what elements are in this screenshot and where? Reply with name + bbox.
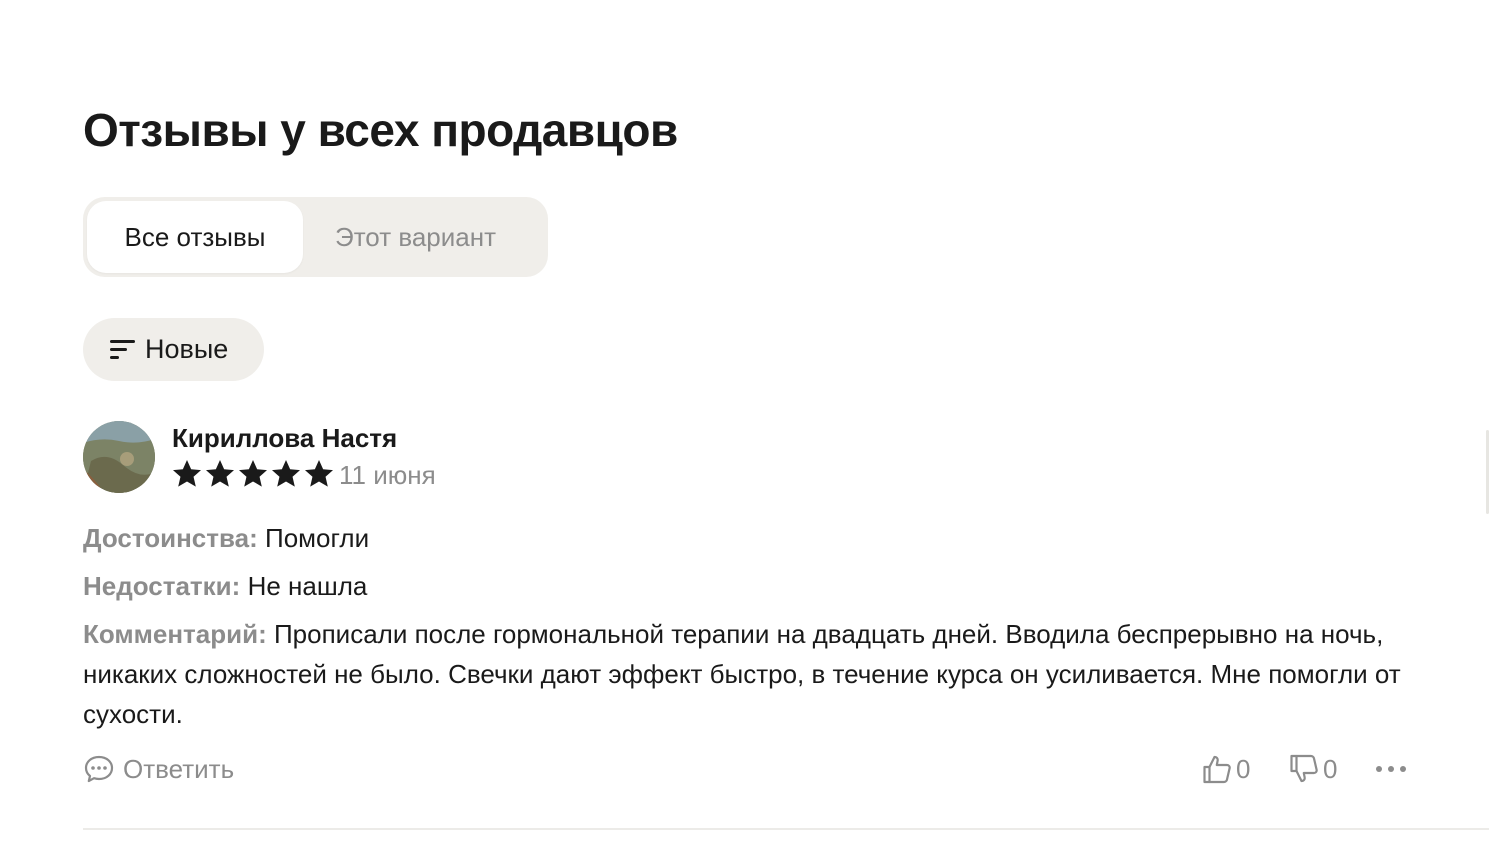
review-divider: [83, 828, 1489, 830]
pros-label: Достоинства:: [83, 523, 258, 553]
comment-text: Прописали после гормональной терапии на …: [83, 619, 1401, 729]
star-icon: [239, 460, 267, 487]
thumbs-up-icon: [1203, 755, 1231, 784]
star-icon: [173, 460, 201, 487]
sort-icon: [110, 340, 135, 359]
pros-text: Помогли: [265, 523, 370, 553]
sort-button[interactable]: Новые: [83, 318, 264, 381]
like-count: 0: [1236, 753, 1251, 784]
rating-stars: [171, 458, 335, 492]
reviews-page: Отзывы у всех продавцов Все отзывы Этот …: [0, 0, 1489, 858]
star-icon: [206, 460, 234, 487]
review-cons: Недостатки: Не нашла: [83, 566, 367, 606]
star-icon: [305, 460, 333, 487]
star-icon: [272, 460, 300, 487]
review-author[interactable]: Кириллова Настя: [172, 420, 397, 456]
more-options-icon[interactable]: [1374, 758, 1408, 780]
avatar-image: [83, 421, 155, 493]
reviews-filter-tabs: Все отзывы Этот вариант: [83, 197, 548, 277]
review-pros: Достоинства: Помогли: [83, 518, 369, 558]
review-comment: Комментарий: Прописали после гормонально…: [83, 614, 1413, 734]
review-date: 11 июня: [339, 460, 436, 490]
thumbs-down-icon: [1290, 754, 1318, 783]
comment-label: Комментарий:: [83, 619, 267, 649]
sort-label: Новые: [145, 334, 229, 364]
reply-label: Ответить: [123, 753, 235, 784]
avatar[interactable]: [83, 421, 155, 493]
comment-icon: [84, 755, 114, 783]
page-title: Отзывы у всех продавцов: [83, 104, 678, 156]
tab-this-variant[interactable]: Этот вариант: [335, 201, 496, 273]
dislike-button[interactable]: 0: [1289, 750, 1337, 788]
like-button[interactable]: 0: [1202, 750, 1250, 788]
cons-label: Недостатки:: [83, 571, 241, 601]
dislike-count: 0: [1323, 753, 1338, 784]
reply-button[interactable]: Ответить: [83, 750, 234, 788]
cons-text: Не нашла: [247, 571, 368, 601]
tab-all-reviews[interactable]: Все отзывы: [87, 201, 303, 273]
